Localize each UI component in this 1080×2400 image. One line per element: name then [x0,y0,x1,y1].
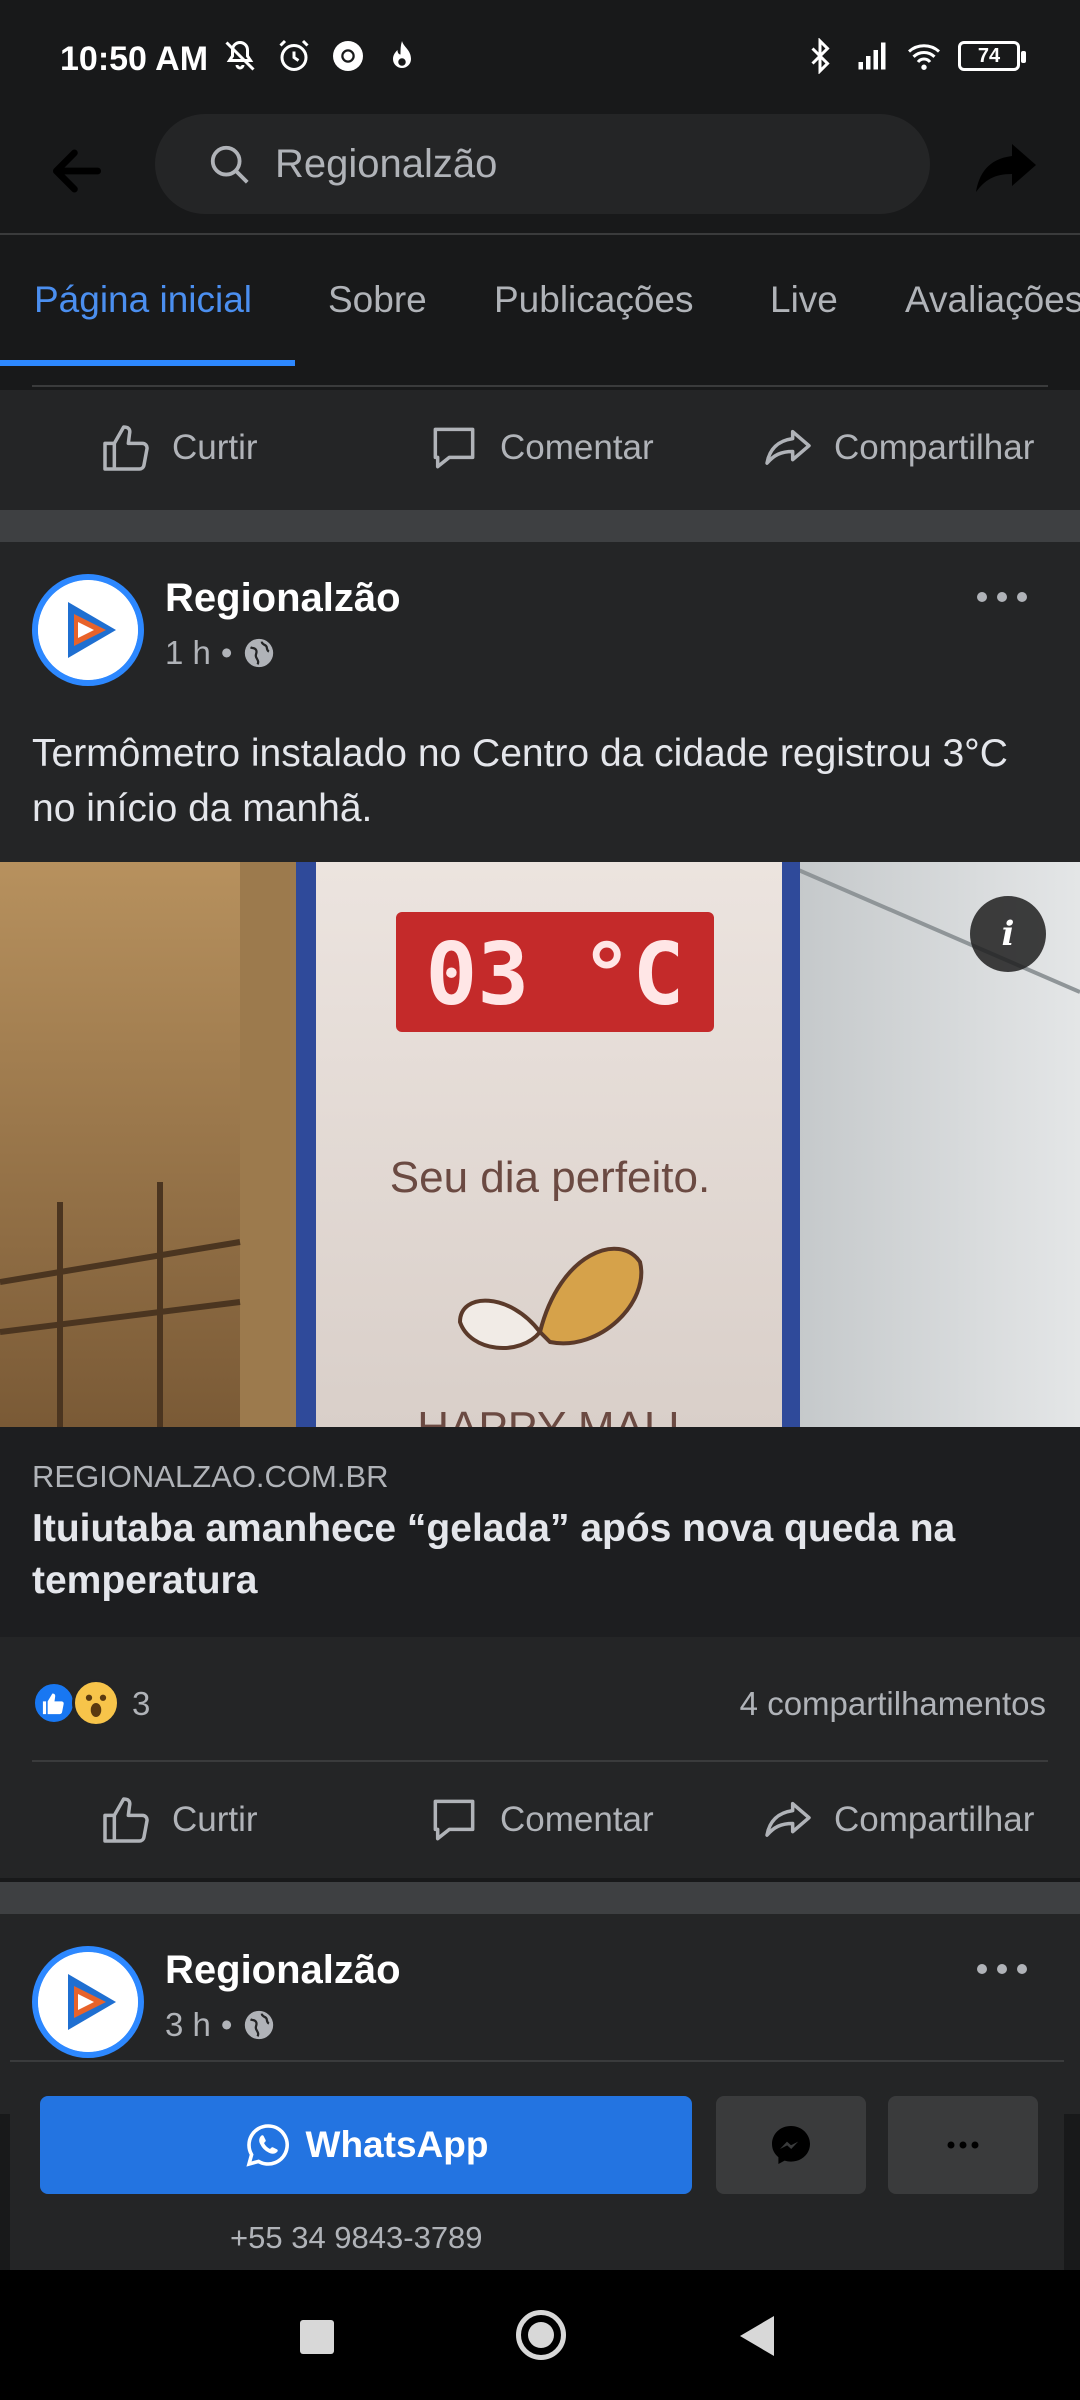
search-bar[interactable]: Regionalzão [155,114,930,214]
share-button[interactable]: Compartilhar [760,1792,1034,1848]
share-count[interactable]: 4 compartilhamentos [740,1685,1046,1723]
avatar[interactable] [32,574,144,686]
whatsapp-icon [245,2124,289,2167]
like-label: Curtir [172,1800,258,1839]
share-label: Compartilhar [834,1800,1035,1839]
share-label: Compartilhar [834,428,1035,467]
comment-icon [433,427,475,469]
regionalzao-logo-icon [38,580,138,680]
reaction-count: 3 [132,1685,151,1722]
home-button[interactable] [516,2310,566,2360]
messenger-button[interactable] [716,2096,866,2194]
status-icons-left [222,38,420,74]
tab-live[interactable]: Live [770,279,838,321]
chrome-icon [333,41,363,71]
search-input[interactable]: Regionalzão [275,142,497,187]
comment-label: Comentar [500,1800,654,1839]
alarm-icon [279,39,309,71]
action-bar: Curtir Comentar Compartilhar [0,1762,1080,1878]
wow-reaction-icon [72,1679,120,1727]
post-time: 1 h [165,634,211,671]
post-meta: 1 h • [165,634,276,672]
meta-separator: • [220,2006,233,2043]
comment-icon [433,1799,475,1841]
status-time: 10:50 AM [60,40,209,78]
battery-icon: 74 [958,41,1026,71]
search-icon [210,145,249,184]
mute-icon [225,40,255,71]
page-name[interactable]: Regionalzão [165,1948,401,1993]
avatar[interactable] [32,1946,144,2058]
back-arrow-icon[interactable] [46,140,108,202]
meta-separator: • [220,634,233,671]
comment-button[interactable]: Comentar [426,420,654,476]
post-meta: 3 h • [165,2006,276,2044]
tab-reviews[interactable]: Avaliações [905,279,1080,321]
tab-posts[interactable]: Publicações [494,279,694,321]
comment-button[interactable]: Comentar [426,1792,654,1848]
recents-button[interactable] [300,2320,334,2354]
phone-number[interactable]: +55 34 9843-3789 [230,2220,483,2256]
tab-about[interactable]: Sobre [328,279,427,321]
post-time: 3 h [165,2006,211,2043]
page-header: Regionalzão [0,110,1080,235]
regionalzao-logo-icon [38,1952,138,2052]
system-nav-bar [0,2270,1080,2400]
temperature-display: 03 °C [426,925,685,1025]
status-bar: 10:50 AM 74 [0,0,1080,110]
reactions-summary[interactable]: 3 4 compartilhamentos [0,1637,1080,1762]
whatsapp-label: WhatsApp [305,2124,489,2165]
tab-home[interactable]: Página inicial [34,279,252,321]
more-actions-button[interactable] [888,2096,1038,2194]
like-button[interactable]: Curtir [98,1792,258,1848]
more-options-icon [947,2141,979,2149]
fire-icon [393,41,411,68]
active-tab-indicator [0,360,295,366]
link-preview[interactable]: REGIONALZAO.COM.BR Ituiutaba amanhece “g… [0,1427,1080,1637]
more-options-icon[interactable] [972,1954,1032,1984]
thermometer-sign-image: 03 °C Seu dia perfeito. HAPPY MALL [0,862,1080,1427]
sign-brand: HAPPY MALL [417,1403,693,1427]
contact-bar: WhatsApp +55 34 9843-3789 [10,2060,1064,2275]
info-icon[interactable]: i [970,896,1046,972]
post-text: Termômetro instalado no Centro da cidade… [32,732,1008,830]
sign-slogan: Seu dia perfeito. [390,1153,710,1202]
like-button[interactable]: Curtir [98,420,258,476]
post-photo[interactable]: 03 °C Seu dia perfeito. HAPPY MALL i [0,862,1080,1427]
action-bar: Curtir Comentar Compartilhar [0,390,1080,510]
bluetooth-icon [811,38,830,74]
divider [32,385,1048,387]
thumbs-up-icon [103,1797,149,1843]
share-icon [765,1801,811,1837]
link-domain: REGIONALZAO.COM.BR [32,1459,389,1494]
comment-label: Comentar [500,428,654,467]
back-button[interactable] [740,2316,774,2356]
share-icon [765,429,811,465]
post-card: Regionalzão 1 h • Termômetro instalado n… [0,542,1080,1878]
globe-icon [245,638,274,668]
feed-separator [0,510,1080,542]
share-arrow-icon[interactable] [970,132,1042,204]
page-name[interactable]: Regionalzão [165,576,401,621]
wifi-icon [908,44,940,70]
more-options-icon[interactable] [972,582,1032,612]
messenger-icon [772,2126,810,2164]
share-button[interactable]: Compartilhar [760,420,1034,476]
globe-icon [245,2010,274,2040]
link-title: Ituiutaba amanhece “gelada” após nova qu… [32,1507,956,1602]
like-label: Curtir [172,428,258,467]
whatsapp-button[interactable]: WhatsApp [40,2096,692,2194]
thumbs-up-icon [103,425,149,471]
feed-separator [0,1882,1080,1914]
status-icons-right: 74 [802,38,1026,74]
signal-icon [858,42,886,70]
page-tabs: Página inicial Sobre Publicações Live Av… [0,237,1080,387]
like-reaction-icon [32,1681,76,1725]
